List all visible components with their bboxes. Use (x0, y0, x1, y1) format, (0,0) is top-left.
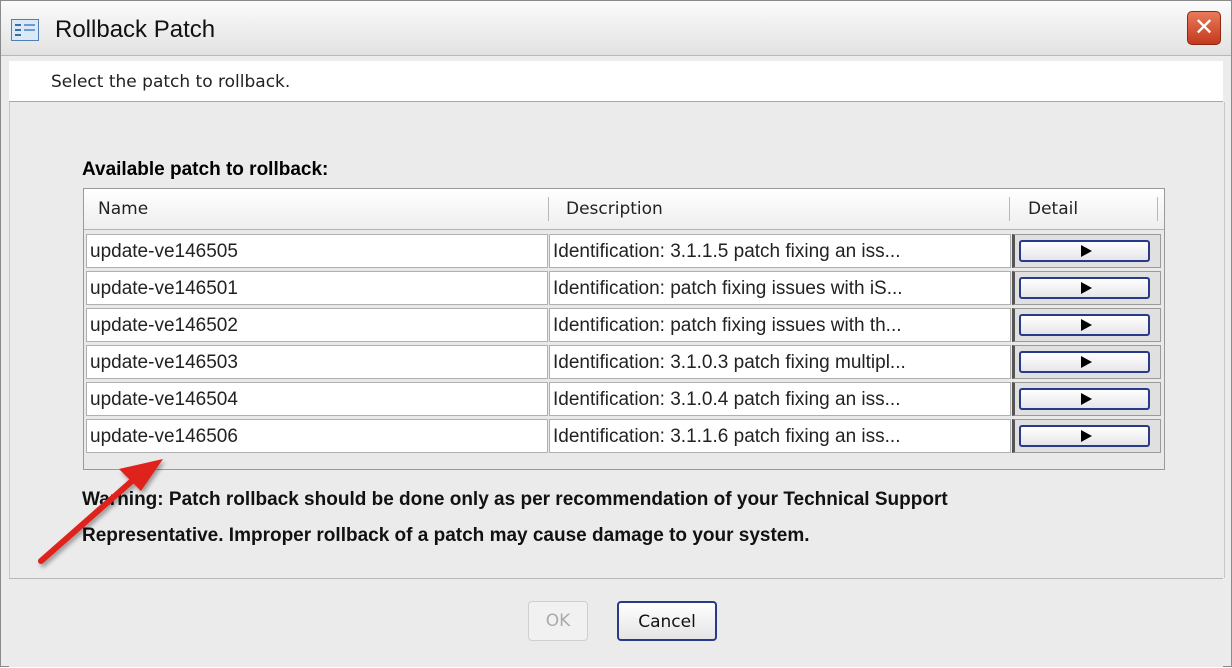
detail-cell (1012, 382, 1161, 416)
patch-description-cell[interactable]: Identification: patch fixing issues with… (549, 308, 1011, 342)
patch-description-cell[interactable]: Identification: 3.1.0.4 patch fixing an … (549, 382, 1011, 416)
detail-cell (1012, 345, 1161, 379)
instruction-text: Select the patch to rollback. (51, 72, 291, 92)
patch-table: Name Description Detail update-ve146505 … (83, 188, 1165, 470)
warning-message: Warning: Patch rollback should be done o… (82, 482, 1182, 554)
table-row[interactable]: update-ve146506 Identification: 3.1.1.6 … (84, 419, 1164, 457)
play-arrow-icon (1081, 356, 1092, 368)
table-row[interactable]: update-ve146503 Identification: 3.1.0.3 … (84, 345, 1164, 383)
detail-cell (1012, 271, 1161, 305)
close-icon[interactable]: ✕ (1187, 11, 1221, 45)
detail-button[interactable] (1019, 425, 1150, 447)
column-header-name[interactable]: Name (98, 189, 148, 229)
column-divider[interactable] (548, 197, 549, 221)
patch-description-cell[interactable]: Identification: 3.1.1.6 patch fixing an … (549, 419, 1011, 453)
patch-name-cell[interactable]: update-ve146504 (86, 382, 548, 416)
table-row[interactable]: update-ve146505 Identification: 3.1.1.5 … (84, 234, 1164, 272)
detail-cell (1012, 308, 1161, 342)
title-bar[interactable]: Rollback Patch ✕ (1, 1, 1231, 56)
detail-button[interactable] (1019, 388, 1150, 410)
play-arrow-icon (1081, 393, 1092, 405)
patch-name-cell[interactable]: update-ve146503 (86, 345, 548, 379)
window-title: Rollback Patch (55, 16, 216, 43)
detail-button[interactable] (1019, 351, 1150, 373)
patch-description-cell[interactable]: Identification: patch fixing issues with… (549, 271, 1011, 305)
column-header-description[interactable]: Description (566, 189, 663, 229)
patch-description-cell[interactable]: Identification: 3.1.1.5 patch fixing an … (549, 234, 1011, 268)
ok-button[interactable]: OK (528, 601, 588, 641)
warning-line-2: Representative. Improper rollback of a p… (82, 525, 810, 546)
patch-name-cell[interactable]: update-ve146506 (86, 419, 548, 453)
rollback-patch-dialog: Rollback Patch ✕ Select the patch to rol… (0, 0, 1232, 667)
patch-name-cell[interactable]: update-ve146502 (86, 308, 548, 342)
column-header-detail[interactable]: Detail (1028, 189, 1078, 229)
window-app-icon (11, 19, 39, 41)
patch-name-cell[interactable]: update-ve146505 (86, 234, 548, 268)
table-row[interactable]: update-ve146501 Identification: patch fi… (84, 271, 1164, 309)
patch-description-cell[interactable]: Identification: 3.1.0.3 patch fixing mul… (549, 345, 1011, 379)
section-label: Available patch to rollback: (82, 159, 329, 180)
dialog-footer: OK Cancel (9, 578, 1223, 667)
cancel-button[interactable]: Cancel (617, 601, 717, 641)
detail-button[interactable] (1019, 240, 1150, 262)
detail-cell (1012, 419, 1161, 453)
dialog-content: Available patch to rollback: Name Descri… (9, 102, 1225, 578)
play-arrow-icon (1081, 430, 1092, 442)
column-divider[interactable] (1157, 197, 1158, 221)
play-arrow-icon (1081, 245, 1092, 257)
play-arrow-icon (1081, 319, 1092, 331)
table-row[interactable]: update-ve146504 Identification: 3.1.0.4 … (84, 382, 1164, 420)
detail-button[interactable] (1019, 277, 1150, 299)
table-row[interactable]: update-ve146502 Identification: patch fi… (84, 308, 1164, 346)
patch-name-cell[interactable]: update-ve146501 (86, 271, 548, 305)
column-divider[interactable] (1009, 197, 1010, 221)
table-header: Name Description Detail (84, 189, 1164, 230)
instruction-banner: Select the patch to rollback. (9, 61, 1223, 102)
detail-cell (1012, 234, 1161, 268)
detail-button[interactable] (1019, 314, 1150, 336)
play-arrow-icon (1081, 282, 1092, 294)
warning-line-1: Warning: Patch rollback should be done o… (82, 489, 948, 510)
